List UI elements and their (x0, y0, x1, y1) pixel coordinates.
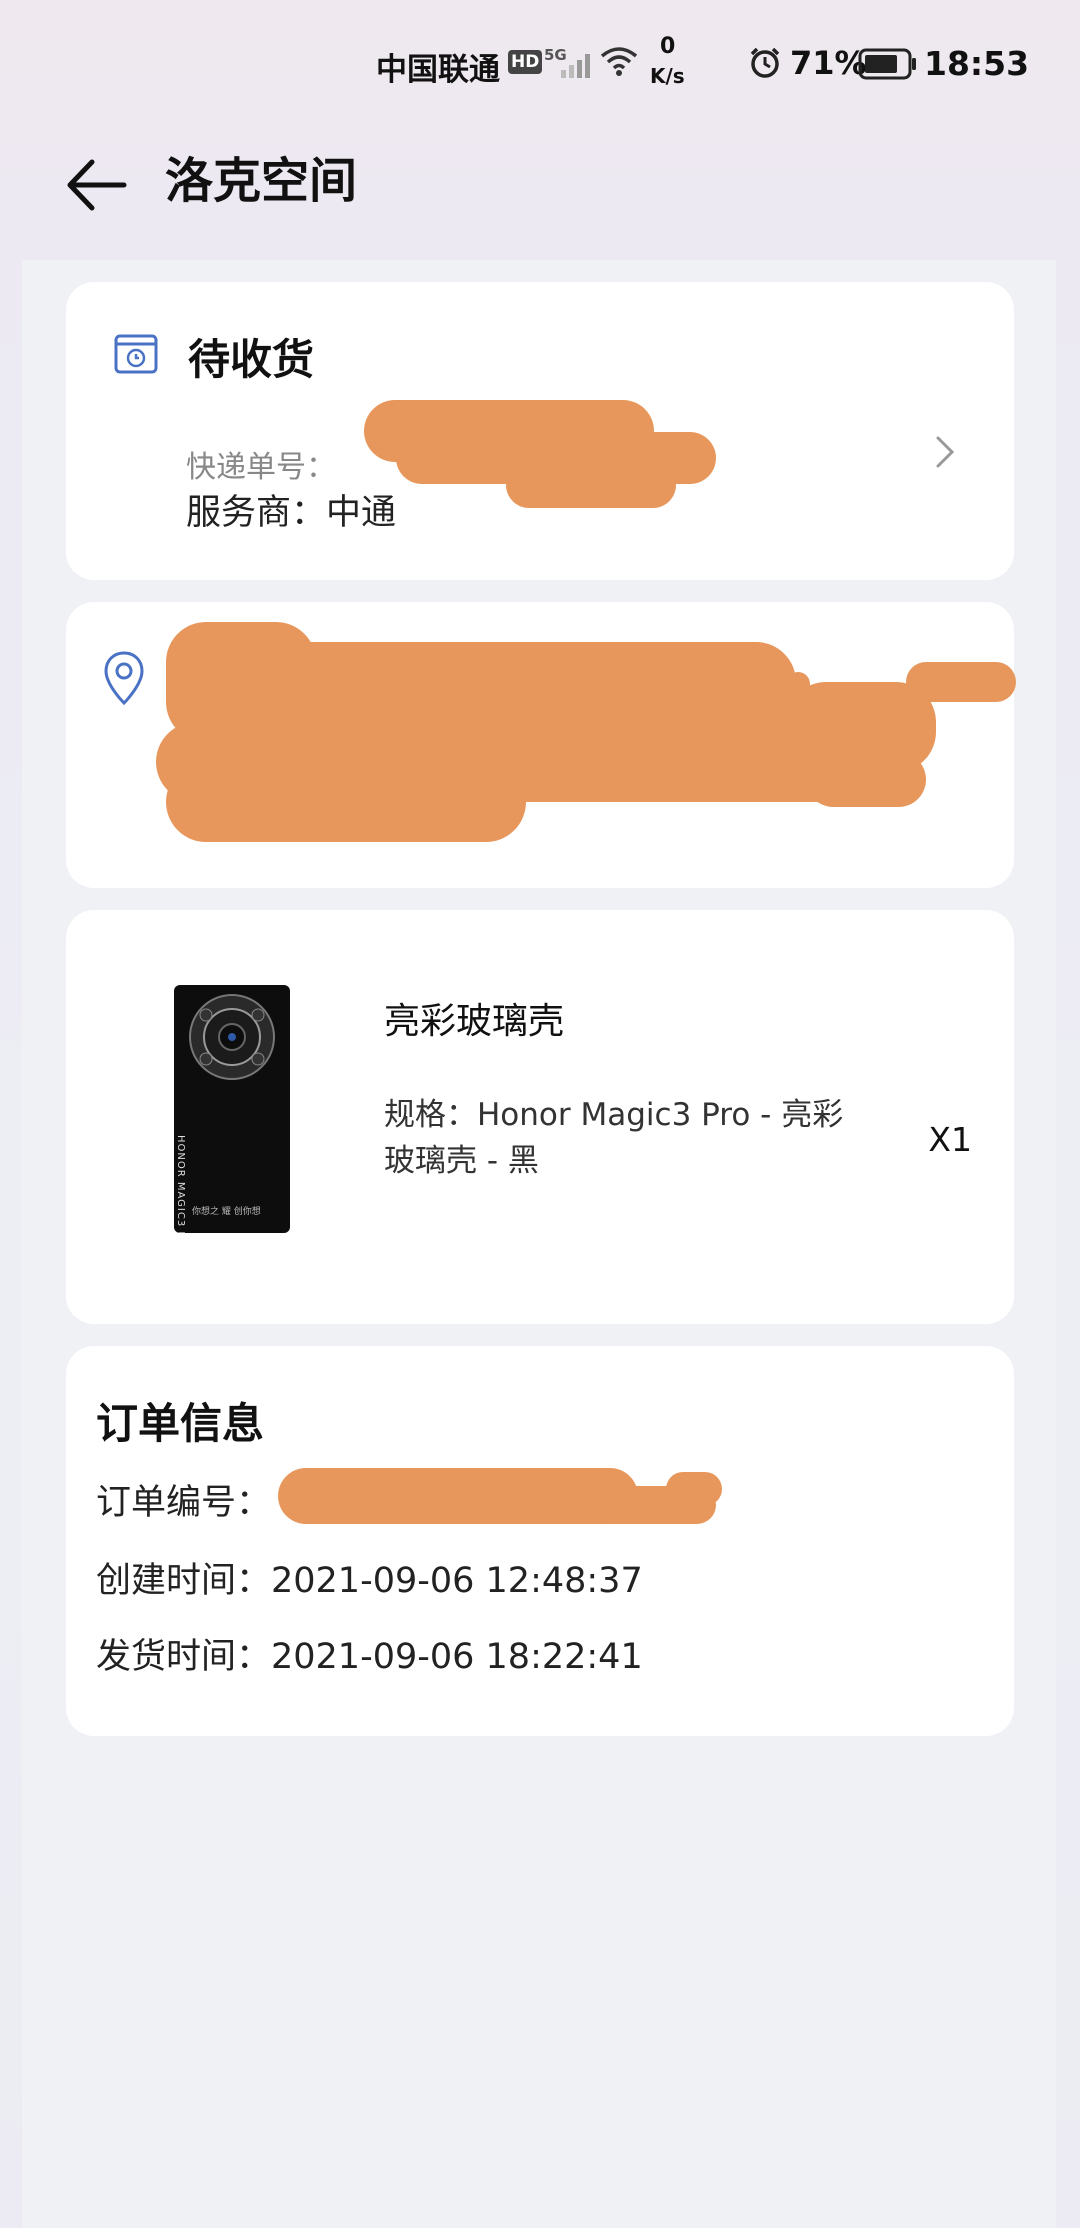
back-arrow-icon (67, 159, 127, 211)
signal-icon (561, 54, 590, 78)
redaction-mark (906, 662, 1016, 702)
redaction-mark (666, 1472, 722, 1506)
battery-percent: 71% (790, 44, 867, 82)
product-image (189, 994, 275, 1080)
product-name: 亮彩玻璃壳 (384, 1001, 565, 1042)
shipment-card[interactable]: 待收货 快递单号： 服务商：中通 (66, 282, 1014, 580)
location-pin-icon (104, 651, 144, 706)
speed-unit: K/s (650, 64, 685, 88)
order-shipped-time: 发货时间：2021-09-06 18:22:41 (96, 1637, 643, 1677)
package-clock-icon (114, 334, 158, 374)
address-card[interactable] (66, 602, 1016, 888)
product-spec: 规格：Honor Magic3 Pro - 亮彩玻璃壳 - 黑 (384, 1097, 844, 1179)
status-bar: 中国联通 HD 5G 0 K/s 71% 18:53 (0, 0, 1080, 120)
wifi-icon (600, 47, 638, 76)
redaction-mark (166, 762, 526, 842)
order-number-label: 订单编号： (96, 1483, 272, 1523)
tracking-number-label: 快递单号： (186, 450, 336, 485)
redaction-mark (806, 752, 926, 807)
page-title: 洛克空间 (165, 153, 358, 209)
product-thumb-slogan: 你想之 耀 创你想 (192, 1207, 261, 1217)
hd-badge: HD (508, 50, 543, 74)
redaction-mark (786, 672, 810, 782)
redaction-mark (278, 1468, 638, 1524)
app-header: 洛克空间 (0, 120, 1080, 260)
back-button[interactable] (62, 150, 132, 220)
product-thumb-text: HONOR MAGIC3 PRO (175, 1135, 186, 1233)
order-info-card: 订单信息 订单编号： 创建时间：2021-09-06 12:48:37 发货时间… (66, 1346, 1014, 1736)
speed-value: 0 (660, 34, 676, 59)
chevron-right-icon (936, 436, 955, 468)
alarm-icon (750, 47, 780, 78)
battery-icon (858, 48, 916, 80)
clock-time: 18:53 (924, 44, 1030, 83)
order-created-time: 创建时间：2021-09-06 12:48:37 (96, 1561, 643, 1601)
courier-provider: 服务商：中通 (186, 493, 397, 533)
product-quantity: X1 (928, 1120, 972, 1159)
order-info-title: 订单信息 (96, 1399, 265, 1448)
order-status: 待收货 (188, 335, 315, 384)
product-thumbnail: HONOR MAGIC3 PRO 你想之 耀 创你想 (174, 985, 290, 1233)
product-card[interactable]: HONOR MAGIC3 PRO 你想之 耀 创你想 亮彩玻璃壳 规格：Hono… (66, 910, 1014, 1324)
redaction-mark (506, 462, 676, 508)
carrier-label: 中国联通 (376, 52, 500, 88)
